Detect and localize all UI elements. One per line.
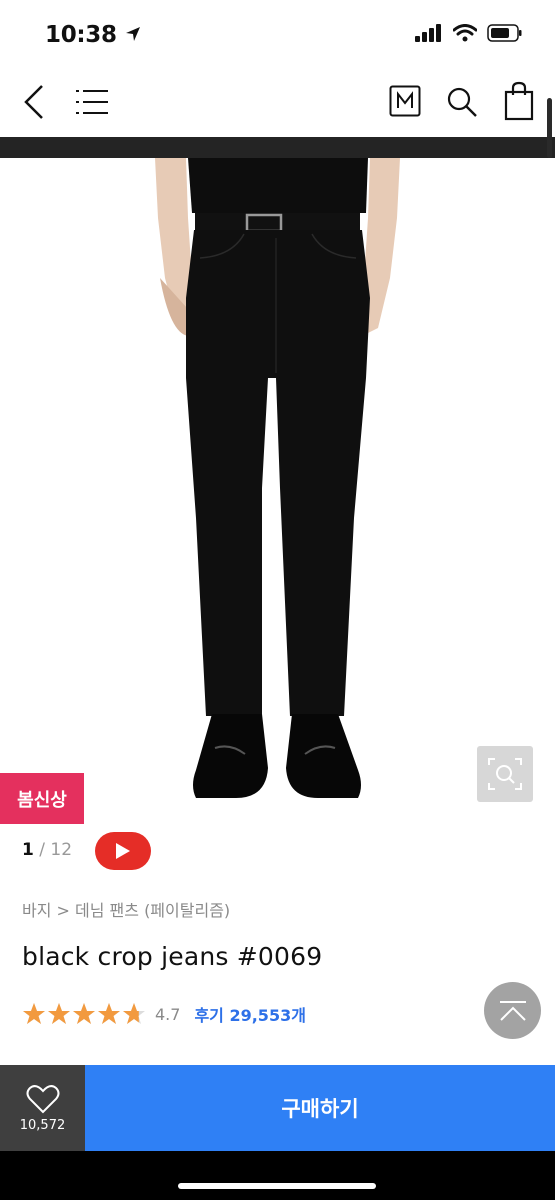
rating-value: 4.7 [155,1004,181,1024]
wifi-icon [453,24,477,42]
youtube-video-button[interactable] [95,832,151,870]
new-arrival-badge: 봄신상 [0,773,84,824]
rating-stars [22,1002,146,1026]
search-icon[interactable] [446,86,478,118]
model-jeans-illustration [155,158,400,798]
star-icon [48,1003,70,1024]
star-icon [23,1003,45,1024]
image-top-strip [0,137,555,158]
review-count-link[interactable]: 후기 29,553개 [194,1002,305,1026]
home-indicator[interactable] [178,1183,376,1189]
star-icon [98,1003,120,1024]
home-indicator-area [0,1151,555,1200]
location-arrow-icon [126,27,141,41]
scroll-top-icon [499,1000,526,1021]
status-time-text: 10:38 [45,22,117,48]
star-icon [123,1003,145,1024]
like-button[interactable]: 10,572 [0,1065,85,1151]
zoom-icon [488,758,522,790]
nav-bar [0,66,555,138]
product-title: black crop jeans #0069 [22,942,323,971]
breadcrumb[interactable]: 바지 > 데님 팬츠 (페이탈리즘) [22,897,230,921]
scroll-to-top-button[interactable] [484,982,541,1039]
back-icon[interactable] [22,84,46,120]
buy-button[interactable]: 구매하기 [85,1065,555,1151]
product-image[interactable] [0,158,555,830]
star-icon [73,1003,95,1024]
pager-current: 1 [22,840,34,860]
play-icon [116,843,130,859]
status-time: 10:38 [45,22,142,48]
rating-row: 4.7 후기 29,553개 [22,1002,306,1026]
image-pager: 1 / 12 [22,840,72,860]
battery-icon [487,24,522,42]
shopping-bag-icon[interactable] [503,81,535,121]
menu-icon[interactable] [76,88,108,116]
status-icons [415,24,523,42]
heart-icon [26,1084,59,1113]
scroll-indicator [547,98,552,158]
m-store-icon[interactable] [389,85,421,117]
zoom-button[interactable] [477,746,533,802]
pager-total: / 12 [39,840,73,860]
bottom-purchase-bar: 10,572 구매하기 [0,1065,555,1151]
like-count: 10,572 [19,1117,66,1133]
signal-icon [415,24,441,42]
